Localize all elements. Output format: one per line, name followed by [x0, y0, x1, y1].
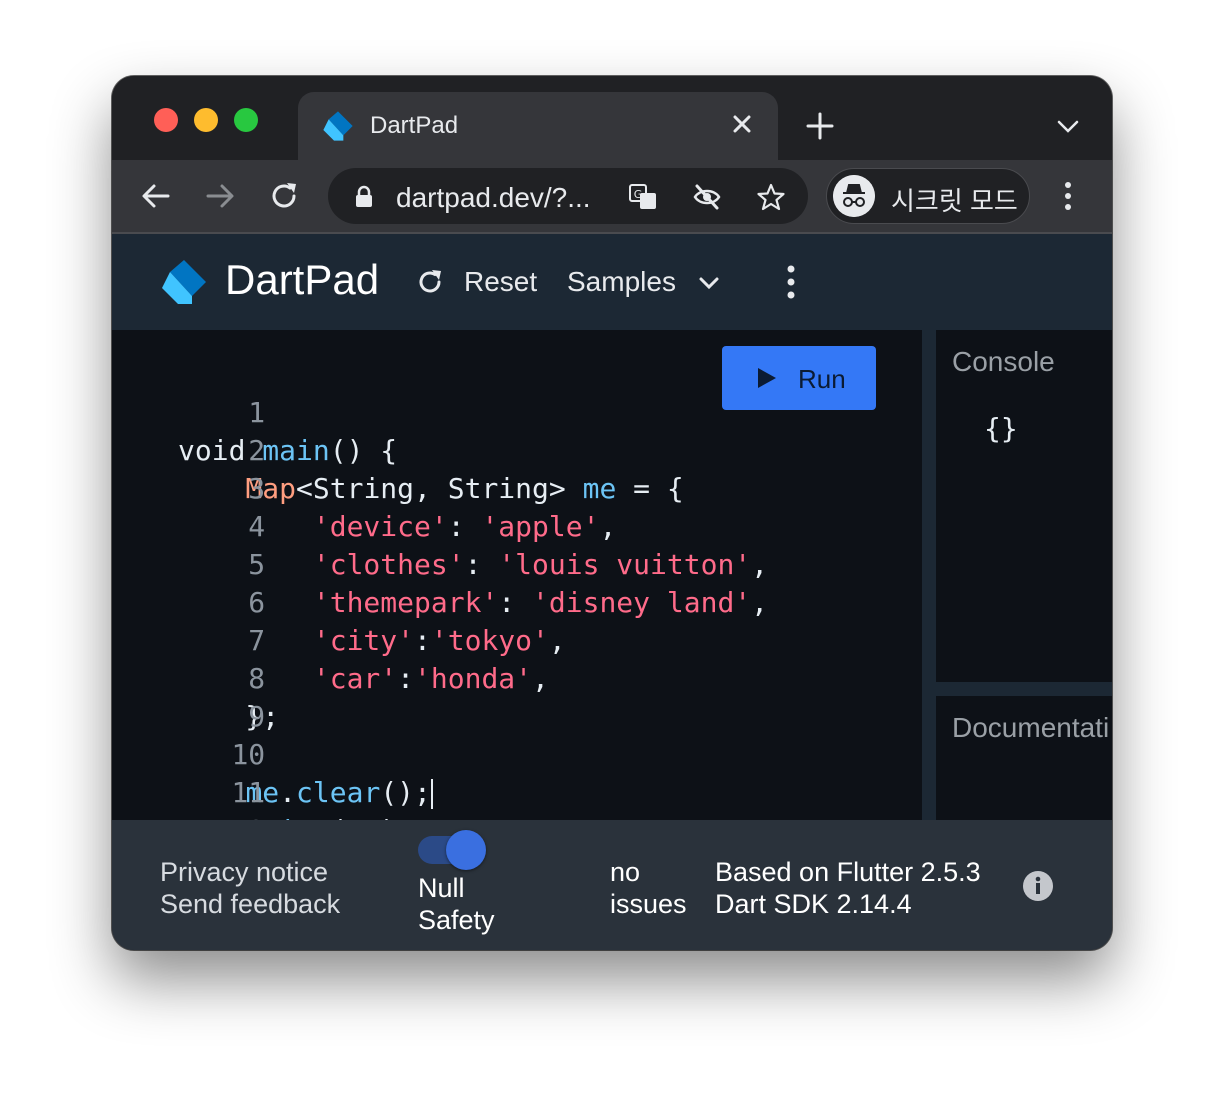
minimize-window-button[interactable]: [194, 108, 218, 132]
tab-strip: DartPad: [112, 76, 1112, 160]
console-output: {}: [984, 412, 1018, 445]
line-number: 11: [231, 776, 266, 809]
null-safety-toggle-knob[interactable]: [446, 830, 486, 870]
code-line[interactable]: 12 }: [112, 774, 265, 885]
app-title: DartPad: [225, 256, 380, 303]
console-title: Console: [952, 346, 1055, 377]
code-line[interactable]: 1 void main() {: [112, 356, 397, 467]
horizontal-splitter[interactable]: [936, 682, 1112, 696]
incognito-icon: [833, 175, 875, 217]
maximize-window-button[interactable]: [234, 108, 258, 132]
line-number: 9: [248, 700, 266, 733]
close-window-button[interactable]: [154, 108, 178, 132]
url-text[interactable]: dartpad.dev/?...: [396, 182, 591, 214]
code-line[interactable]: 9: [112, 660, 265, 733]
code-editor[interactable]: 1 void main() { 2 Map<String, String> me…: [112, 330, 922, 885]
flutter-version: Based on Flutter 2.5.3: [715, 857, 981, 887]
translate-icon[interactable]: G: [628, 182, 658, 212]
code-line[interactable]: 7 'car':'honda',: [112, 584, 549, 695]
line-number: 3: [248, 472, 266, 505]
line-number: 6: [248, 586, 266, 619]
incognito-profile-button[interactable]: 시크릿 모드: [826, 168, 1030, 224]
line-number: 8: [248, 662, 266, 695]
send-feedback-link[interactable]: Send feedback: [160, 888, 340, 920]
info-icon[interactable]: [1022, 870, 1054, 902]
eye-off-icon[interactable]: [692, 182, 722, 212]
line-number: 1: [248, 396, 266, 429]
chevron-down-icon[interactable]: [1054, 114, 1082, 138]
play-icon: [758, 368, 776, 388]
samples-button[interactable]: Samples: [567, 266, 676, 298]
line-number: 7: [248, 624, 266, 657]
line-number: 4: [248, 510, 266, 543]
app-footer: Privacy notice Send feedback Null Safety…: [112, 820, 1112, 950]
null-safety-label: Safety: [418, 905, 495, 935]
more-menu-icon[interactable]: [780, 262, 802, 302]
issues-status: no: [610, 857, 641, 887]
bookmark-star-icon[interactable]: [756, 182, 786, 212]
code-line[interactable]: 5 'themepark': 'disney land',: [112, 508, 768, 619]
reset-button[interactable]: Reset: [464, 266, 537, 298]
code-line[interactable]: 3 'device': 'apple',: [112, 432, 616, 543]
issues-status: issues: [610, 889, 687, 919]
incognito-label: 시크릿 모드: [891, 186, 1018, 216]
tab-dartpad[interactable]: DartPad: [298, 92, 778, 160]
forward-arrow-icon[interactable]: [204, 180, 236, 212]
dart-logo-icon: [323, 111, 353, 141]
chevron-down-icon[interactable]: [696, 272, 722, 294]
code-line[interactable]: 11 print(me);: [112, 736, 414, 847]
vertical-splitter[interactable]: [922, 330, 936, 820]
code-line[interactable]: 10 me.clear();: [112, 698, 433, 809]
back-arrow-icon[interactable]: [140, 180, 172, 212]
code-line[interactable]: 4 'clothes': 'louis vuitton',: [112, 470, 768, 581]
svg-text:G: G: [634, 188, 643, 201]
null-safety-label: Null: [418, 873, 465, 903]
close-tab-icon[interactable]: [728, 110, 756, 138]
reload-icon[interactable]: [268, 180, 300, 212]
documentation-panel: Documentati: [936, 696, 1112, 820]
privacy-notice-link[interactable]: Privacy notice: [160, 856, 328, 888]
line-number: 5: [248, 548, 266, 581]
address-bar[interactable]: dartpad.dev/?... G: [328, 168, 808, 224]
code-line[interactable]: 2 Map<String, String> me = {: [112, 394, 683, 505]
lock-icon[interactable]: [354, 185, 374, 209]
code-line[interactable]: 8 };: [112, 622, 279, 733]
text-cursor: [430, 779, 433, 809]
line-number: 2: [248, 434, 266, 467]
tab-title: DartPad: [370, 112, 459, 139]
app-header: DartPad Reset Samples: [112, 234, 1112, 330]
new-tab-icon[interactable]: [804, 110, 836, 142]
run-label: Run: [798, 364, 846, 394]
browser-toolbar: dartpad.dev/?... G 시크릿 모드: [112, 160, 1112, 234]
documentation-title: Documentati: [952, 712, 1110, 743]
browser-menu-icon[interactable]: [1058, 178, 1078, 214]
dart-sdk-version: Dart SDK 2.14.4: [715, 889, 912, 919]
run-button[interactable]: Run: [722, 346, 876, 410]
line-number: 10: [231, 738, 266, 771]
browser-window: DartPad dartpad.dev/?... G 시크릿 모드 DartPa…: [112, 76, 1112, 950]
reset-icon[interactable]: [416, 268, 444, 296]
code-line[interactable]: 6 'city':'tokyo',: [112, 546, 565, 657]
dart-logo-icon: [162, 260, 206, 304]
console-panel: Console {}: [936, 330, 1112, 682]
